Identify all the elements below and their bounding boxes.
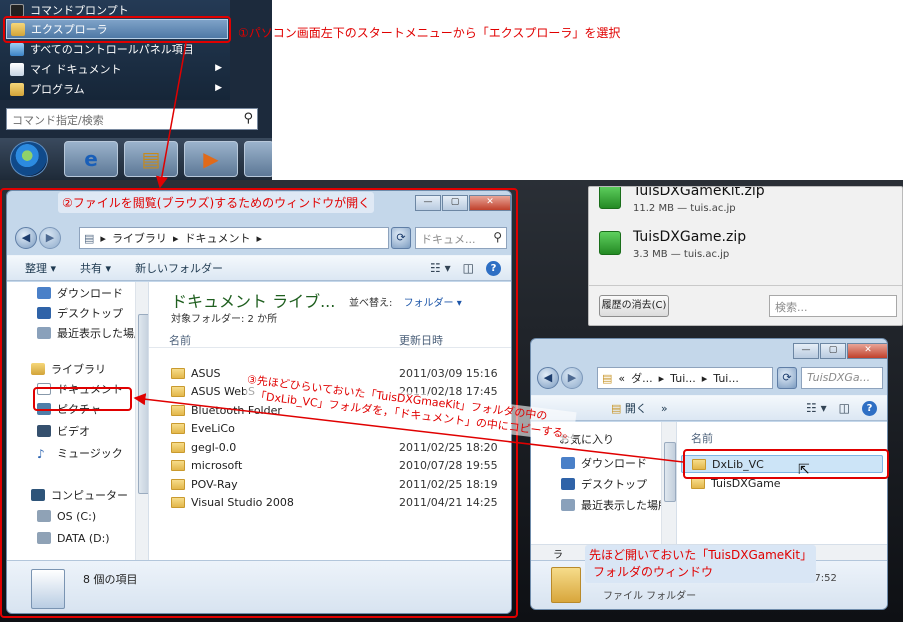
highlight-explorer-item [3, 16, 231, 43]
back-button[interactable]: ◀ [537, 367, 559, 389]
annotation-step2: ②ファイルを閲覧(ブラウズ)するためのウィンドウが開く [58, 192, 375, 213]
refresh-icon[interactable]: ⟳ [777, 367, 797, 389]
recent-places-icon [561, 499, 575, 511]
scrollbar-thumb[interactable] [664, 442, 676, 502]
start-search-placeholder: コマンド指定/検索 [12, 114, 104, 127]
annotation-step1: ①パソコン画面左下のスタートメニューから「エクスプローラ」を選択 [238, 26, 621, 40]
breadcrumb-sep: ▸ [701, 371, 708, 385]
command-bar: ▤ 開く » ☷ ▾ ◫ ? [531, 395, 887, 421]
nav-label: デスクトップ [581, 478, 647, 491]
search-placeholder: TuisDXGa... [807, 371, 871, 384]
folder-open-icon: ▤ [611, 402, 622, 415]
start-item-programs[interactable]: プログラム ▶ [6, 79, 228, 99]
start-search-input[interactable]: コマンド指定/検索 ⚲ [6, 108, 258, 130]
breadcrumb-sep: ▸ [658, 371, 665, 385]
console-icon [10, 3, 24, 17]
download-meta: 11.2 MB — tuis.ac.jp [633, 203, 736, 214]
help-icon[interactable]: ? [862, 401, 877, 416]
ie-taskbar-icon[interactable]: e [64, 141, 118, 177]
view-options-icon[interactable]: ☷ ▾ [806, 401, 827, 416]
kit-search-input[interactable]: TuisDXGa... [801, 367, 883, 389]
documents-icon [10, 62, 24, 76]
folder-icon [691, 477, 705, 489]
download-item[interactable]: TuisDXGame.zip 3.3 MB — tuis.ac.jp [599, 227, 889, 267]
status-type: ファイル フォルダー [603, 591, 697, 602]
zip-file-icon [599, 231, 621, 255]
downloads-window: TuisDXGameKit.zip 11.2 MB — tuis.ac.jp T… [588, 186, 903, 326]
open-button[interactable]: ▤ 開く [611, 400, 647, 416]
media-player-taskbar-icon[interactable]: ▶ [184, 141, 238, 177]
taskbar: e ▤ ▶ [0, 138, 272, 180]
nav-label: 最近表示した場所 [581, 499, 669, 512]
navigation-pane: お気に入り ダウンロード デスクトップ 最近表示した場所 [531, 422, 677, 544]
taskbar-button[interactable] [244, 141, 272, 177]
nav-scrollbar[interactable] [661, 422, 676, 544]
minimize-icon[interactable]: — [793, 343, 819, 359]
view-tools: ☷ ▾ ◫ ? [806, 401, 877, 416]
clear-history-button[interactable]: 履歴の消去(C) [599, 295, 669, 317]
start-item-label: すべてのコントロールパネル項目 [30, 43, 194, 56]
search-icon[interactable]: ⚲ [243, 111, 253, 126]
file-list: 名前 DxLib_VC TuisDXGame [677, 422, 887, 544]
annotation-caption: 先ほど開いておいた「TuisDXGameKit」 フォルダのウィンドウ [585, 545, 817, 583]
explorer-taskbar-icon[interactable]: ▤ [124, 141, 178, 177]
folder-large-icon [551, 567, 581, 603]
nav-item-desktop[interactable]: デスクトップ [561, 475, 647, 493]
mouse-cursor-icon: ⇱ [798, 462, 810, 478]
desktop-icon [561, 478, 575, 490]
nav-label: ダウンロード [581, 457, 647, 470]
caption-line: フォルダのウィンドウ [593, 565, 714, 579]
column-name[interactable]: 名前 [691, 430, 713, 446]
highlight-dxlib-folder [683, 449, 889, 479]
forward-button[interactable]: ▶ [561, 367, 583, 389]
programs-icon [10, 82, 24, 96]
start-item-my-documents[interactable]: マイ ドキュメント ▶ [6, 59, 228, 79]
breadcrumb-item[interactable]: ダ... [631, 370, 653, 386]
download-meta: 3.3 MB — tuis.ac.jp [633, 249, 730, 260]
download-name: TuisDXGame.zip [633, 229, 747, 245]
submenu-arrow-icon: ▶ [215, 63, 222, 73]
address-bar[interactable]: ▤ « ダ... ▸ Tui... ▸ Tui... [597, 367, 773, 389]
divider [589, 285, 902, 286]
start-orb-icon[interactable] [10, 141, 48, 177]
breadcrumb-item[interactable]: Tui... [713, 372, 739, 385]
control-panel-icon [10, 42, 24, 56]
window-controls: — ▢ ✕ [793, 343, 887, 359]
maximize-icon[interactable]: ▢ [820, 343, 846, 359]
download-folder-icon [561, 457, 575, 469]
submenu-arrow-icon: ▶ [215, 83, 222, 93]
caption-line: 先ほど開いておいた「TuisDXGameKit」 [589, 548, 813, 562]
start-item-label: マイ ドキュメント [30, 63, 122, 76]
breadcrumb-item[interactable]: Tui... [670, 372, 696, 385]
nav-label: ラ [553, 550, 563, 561]
start-item-label: プログラム [30, 83, 85, 96]
nav-item-downloads[interactable]: ダウンロード [561, 454, 647, 472]
download-item[interactable]: TuisDXGameKit.zip 11.2 MB — tuis.ac.jp [599, 186, 889, 221]
downloads-search-input[interactable]: 検索... [769, 295, 897, 317]
close-icon[interactable]: ✕ [847, 343, 887, 359]
open-label: 開く [624, 402, 647, 415]
download-name: TuisDXGameKit.zip [633, 186, 765, 199]
highlight-documents-item [33, 387, 132, 411]
breadcrumb-item[interactable]: « [618, 372, 625, 385]
zip-file-icon [599, 187, 621, 209]
nav-item-recent[interactable]: 最近表示した場所 [561, 496, 669, 514]
preview-pane-icon[interactable]: ◫ [839, 401, 850, 416]
more-commands-button[interactable]: » [661, 402, 668, 415]
folder-icon: ▤ [602, 371, 613, 385]
